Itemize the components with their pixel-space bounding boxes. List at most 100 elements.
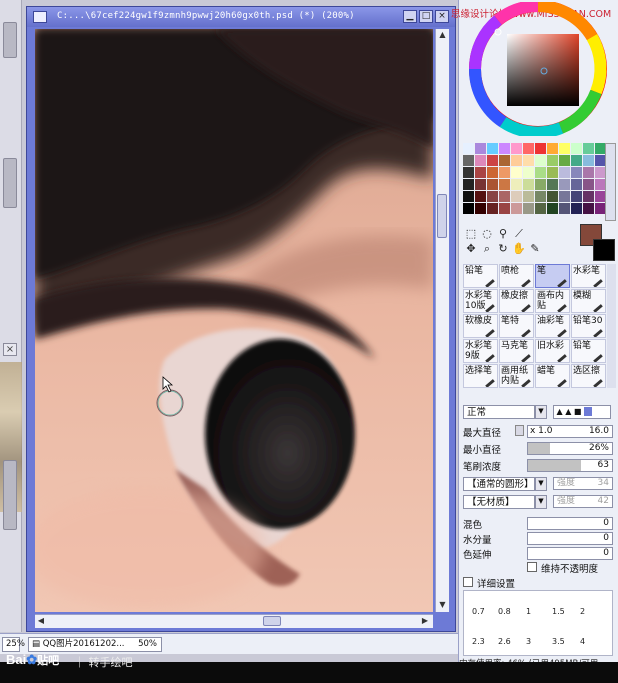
swatch-scrollbar[interactable] (605, 143, 616, 221)
size-preset[interactable]: 3.5 (552, 637, 565, 646)
color-swatch[interactable] (511, 179, 522, 190)
color-swatch[interactable] (559, 203, 570, 214)
color-swatch[interactable] (559, 179, 570, 190)
color-swatch[interactable] (535, 203, 546, 214)
color-swatch[interactable] (511, 191, 522, 202)
diameter-toggle[interactable] (515, 425, 524, 436)
color-swatch[interactable] (475, 179, 486, 190)
water-field[interactable]: 0 (527, 532, 613, 545)
size-preset[interactable]: 0.7 (472, 607, 485, 616)
maximize-icon[interactable]: □ (419, 10, 433, 23)
brush-tool[interactable]: 水彩笔9版 (463, 339, 498, 363)
canvas-title-bar[interactable]: C:...\67cef224gw1f9zmnh9pwwj20h60gx0th.p… (27, 7, 455, 27)
color-swatch[interactable] (535, 155, 546, 166)
texture-dropdown[interactable]: 【无材质】 (463, 495, 535, 509)
max-diameter-field[interactable]: x 1.0 16.0 (527, 425, 613, 438)
color-swatch[interactable] (571, 167, 582, 178)
color-swatch[interactable] (559, 143, 570, 154)
brush-tool[interactable]: 铅笔 (571, 339, 606, 363)
color-swatch[interactable] (535, 191, 546, 202)
color-swatch[interactable] (511, 167, 522, 178)
size-preset[interactable]: 2 (580, 607, 585, 616)
chevron-down-icon[interactable]: ▼ (535, 405, 547, 419)
size-preset[interactable]: 2.6 (498, 637, 511, 646)
scroll-up-icon[interactable]: ▲ (436, 29, 449, 41)
color-swatch[interactable] (535, 143, 546, 154)
picker-icon[interactable]: ✎ (527, 241, 543, 256)
brush-tool[interactable]: 马克笔 (499, 339, 534, 363)
min-diameter-slider[interactable]: 26% (527, 442, 613, 455)
color-swatch[interactable] (535, 179, 546, 190)
color-swatch[interactable] (559, 155, 570, 166)
color-swatch[interactable] (583, 167, 594, 178)
color-swatch[interactable] (583, 155, 594, 166)
close-icon[interactable]: × (435, 10, 449, 23)
horizontal-scroll-thumb[interactable] (263, 616, 281, 626)
color-swatch[interactable] (571, 191, 582, 202)
rect-select-icon[interactable]: ⬚ (463, 226, 479, 241)
size-preset[interactable]: 0.8 (498, 607, 511, 616)
color-swatch[interactable] (475, 167, 486, 178)
brush-tool[interactable]: 旧水彩 (535, 339, 570, 363)
color-swatch[interactable] (547, 191, 558, 202)
color-swatch[interactable] (475, 191, 486, 202)
color-swatch[interactable] (463, 167, 474, 178)
hand-icon[interactable]: ✋ (511, 241, 527, 256)
color-swatch[interactable] (487, 191, 498, 202)
rotate-icon[interactable]: ↻ (495, 241, 511, 256)
size-preset[interactable]: 1 (526, 607, 531, 616)
brush-tool[interactable]: 选择笔 (463, 364, 498, 388)
brush-tool[interactable]: 蜡笔 (535, 364, 570, 388)
scroll-right-icon[interactable]: ▶ (419, 615, 431, 627)
brush-tool[interactable]: 画布内贴 (535, 289, 570, 313)
color-swatch[interactable] (511, 203, 522, 214)
brush-tool[interactable]: 模糊 (571, 289, 606, 313)
color-swatch[interactable] (571, 155, 582, 166)
texture-strength-field[interactable]: 强度 42 (553, 495, 613, 508)
magic-wand-icon[interactable]: ⚲ (495, 226, 511, 241)
brush-scrollbar[interactable] (607, 264, 616, 388)
color-swatch[interactable] (523, 143, 534, 154)
chevron-down-icon[interactable]: ▼ (535, 477, 547, 491)
color-swatch[interactable] (583, 203, 594, 214)
scroll-left-icon[interactable]: ◀ (35, 615, 47, 627)
color-swatch[interactable] (475, 203, 486, 214)
shape-strength-field[interactable]: 强度 34 (553, 477, 613, 490)
brush-shape-dropdown[interactable]: 【通常的圆形】 (463, 477, 535, 491)
move-icon[interactable]: ✥ (463, 241, 479, 256)
drawing-canvas[interactable] (35, 29, 433, 612)
color-swatch[interactable] (487, 203, 498, 214)
color-swatches[interactable] (463, 143, 606, 221)
left-scroll-thumb-bottom[interactable] (3, 460, 17, 530)
color-swatch[interactable] (571, 143, 582, 154)
color-swatch[interactable] (499, 143, 510, 154)
color-swatch[interactable] (511, 155, 522, 166)
color-swatch[interactable] (559, 167, 570, 178)
size-preset[interactable]: 2.3 (472, 637, 485, 646)
left-close-icon[interactable]: × (3, 343, 17, 356)
color-swatch[interactable] (547, 203, 558, 214)
extend-field[interactable]: 0 (527, 547, 613, 560)
brush-tool[interactable]: 橡皮擦 (499, 289, 534, 313)
lasso-icon[interactable]: ◌ (479, 226, 495, 241)
color-swatch[interactable] (535, 167, 546, 178)
color-swatch[interactable] (463, 155, 474, 166)
brush-tool[interactable]: 喷枪 (499, 264, 534, 288)
brush-tool[interactable]: 笔特 (499, 314, 534, 338)
density-slider[interactable]: 63 (527, 459, 613, 472)
color-swatch[interactable] (463, 143, 474, 154)
keep-opacity-checkbox[interactable] (527, 562, 537, 572)
sub-color-swatch[interactable] (593, 239, 615, 261)
detail-settings-checkbox[interactable] (463, 577, 473, 587)
color-swatch[interactable] (487, 155, 498, 166)
color-swatch[interactable] (547, 155, 558, 166)
size-preset[interactable]: 4 (580, 637, 585, 646)
brush-tool[interactable]: 水彩笔10版 (463, 289, 498, 313)
color-swatch[interactable] (523, 167, 534, 178)
brush-tool[interactable]: 选区擦 (571, 364, 606, 388)
color-swatch[interactable] (571, 179, 582, 190)
color-swatch[interactable] (547, 179, 558, 190)
color-swatch[interactable] (499, 203, 510, 214)
scroll-down-icon[interactable]: ▼ (436, 599, 449, 611)
color-swatch[interactable] (583, 179, 594, 190)
